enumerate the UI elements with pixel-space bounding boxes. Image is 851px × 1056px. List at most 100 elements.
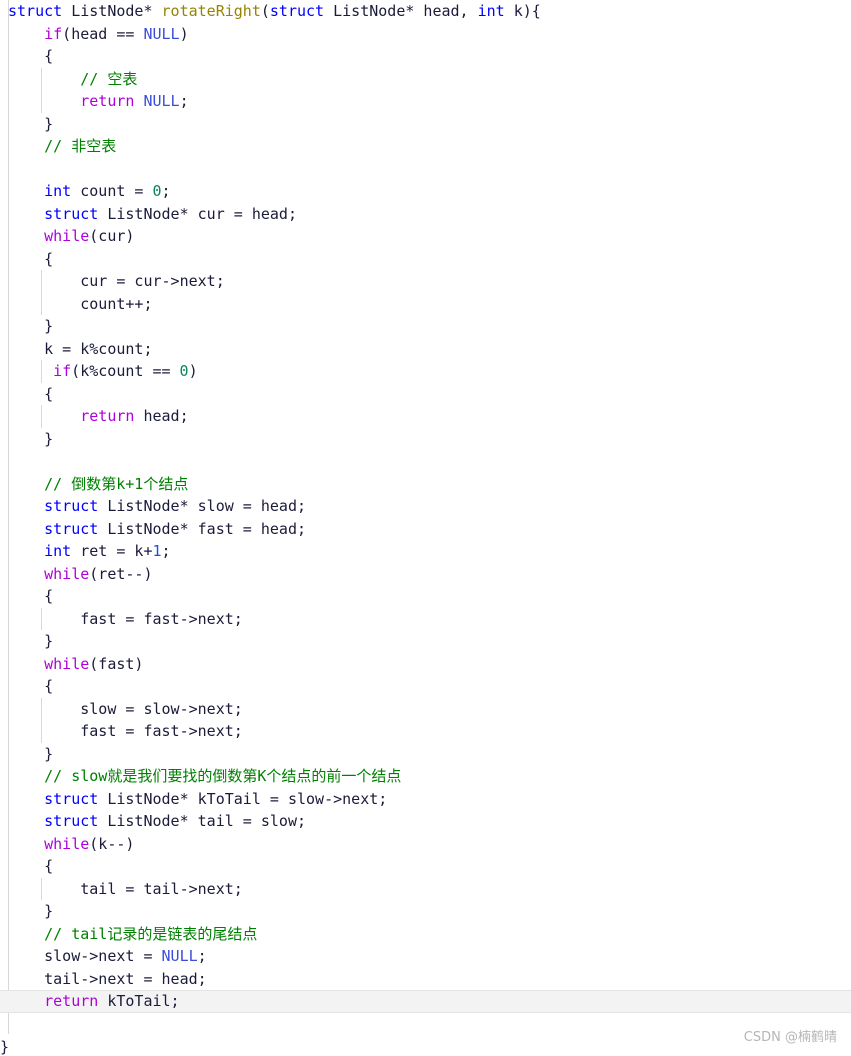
code-token: // tail [44, 924, 108, 943]
code-line[interactable]: } [0, 428, 851, 451]
code-line[interactable]: if(head == NULL) [0, 23, 851, 46]
code-token: ListNode* [107, 789, 189, 808]
code-token: int [44, 182, 72, 200]
code-line[interactable]: // 非空表 [0, 135, 851, 158]
code-line-text: fast = fast->next; [0, 608, 243, 631]
code-token: slow = head; [188, 497, 307, 515]
code-line[interactable]: struct ListNode* kToTail = slow->next; [0, 788, 851, 811]
code-line[interactable]: fast = fast->next; [0, 720, 851, 743]
code-line-text: return NULL; [0, 90, 189, 113]
code-token: ListNode* [71, 2, 153, 20]
code-line-text: struct ListNode* tail = slow; [0, 810, 306, 833]
code-line-text: } [0, 743, 53, 766]
code-line[interactable]: tail->next = head; [0, 968, 851, 991]
code-token: while [44, 654, 90, 673]
code-line[interactable]: struct ListNode* fast = head; [0, 518, 851, 541]
code-token: } [44, 317, 54, 335]
code-token: 倒数第 [71, 474, 117, 493]
code-line[interactable] [0, 450, 851, 473]
code-token: 非空表 [71, 137, 117, 155]
code-line-text: if(k%count == 0) [0, 360, 198, 383]
code-token: 个结点的前一个结点 [266, 767, 402, 785]
code-line[interactable]: struct ListNode* rotateRight(struct List… [0, 0, 851, 23]
code-line[interactable]: } [0, 630, 851, 653]
code-line[interactable]: // tail记录的是链表的尾结点 [0, 923, 851, 946]
code-token: kToTail; [98, 992, 180, 1010]
code-line[interactable]: // slow就是我们要找的倒数第K个结点的前一个结点 [0, 765, 851, 788]
code-token: } [44, 902, 54, 920]
code-line[interactable]: k = k%count; [0, 338, 851, 361]
code-line[interactable]: } [0, 113, 851, 136]
code-line[interactable]: slow->next = NULL; [0, 945, 851, 968]
code-line[interactable]: while(ret--) [0, 563, 851, 586]
code-token: struct [44, 812, 99, 830]
code-token: slow->next = [44, 947, 162, 965]
code-line[interactable]: while(k--) [0, 833, 851, 856]
code-token: fast = fast->next; [80, 722, 243, 740]
code-line[interactable]: // 倒数第k+1个结点 [0, 473, 851, 496]
code-token: ( [260, 2, 270, 20]
code-line[interactable]: slow = slow->next; [0, 697, 851, 720]
code-line-text: // 非空表 [0, 135, 116, 158]
code-token: 0 [179, 362, 189, 380]
code-line[interactable]: cur = cur->next; [0, 270, 851, 293]
code-line[interactable]: // 空表 [0, 67, 851, 91]
code-line-text: // 倒数第k+1个结点 [0, 473, 188, 496]
code-line[interactable]: if(k%count == 0) [0, 360, 851, 383]
code-line[interactable] [0, 158, 851, 181]
code-line[interactable]: int ret = k+1; [0, 540, 851, 563]
code-line-text: if(head == NULL) [0, 23, 189, 46]
code-line-text: tail->next = head; [0, 968, 207, 991]
code-line[interactable]: { [0, 383, 851, 406]
code-token: fast = head; [188, 519, 307, 538]
code-token: ) [179, 24, 189, 43]
code-line[interactable]: struct ListNode* cur = head; [0, 203, 851, 226]
code-line[interactable]: { [0, 855, 851, 878]
code-token: k){ [504, 2, 541, 20]
code-block[interactable]: struct ListNode* rotateRight(struct List… [0, 0, 851, 1013]
code-line[interactable]: return head; [0, 405, 851, 428]
code-token: count = [71, 182, 153, 200]
code-line[interactable]: count++; [0, 292, 851, 315]
code-token: struct [44, 204, 99, 223]
code-line[interactable]: } [0, 315, 851, 338]
code-token: ListNode* [107, 204, 189, 223]
code-line[interactable]: return NULL; [0, 90, 851, 113]
code-line-text: int ret = k+1; [0, 540, 170, 563]
code-line[interactable]: return kToTail; [0, 990, 851, 1013]
code-token: return [80, 92, 135, 110]
code-line-text: // slow就是我们要找的倒数第K个结点的前一个结点 [0, 765, 401, 788]
code-token: 就是我们要找的倒数第 [107, 767, 258, 785]
code-token: { [44, 47, 54, 65]
code-line[interactable]: struct ListNode* tail = slow; [0, 810, 851, 833]
code-token: tail = slow; [188, 812, 307, 830]
code-line[interactable]: { [0, 248, 851, 271]
code-line[interactable]: struct ListNode* slow = head; [0, 495, 851, 518]
code-token: cur = head; [188, 204, 297, 223]
code-line[interactable]: { [0, 585, 851, 608]
code-line[interactable]: fast = fast->next; [0, 607, 851, 631]
code-line[interactable]: int count = 0; [0, 180, 851, 203]
code-line[interactable]: while(fast) [0, 653, 851, 676]
code-token: } [44, 429, 54, 448]
code-token: while [44, 227, 90, 245]
code-line[interactable]: tail = tail->next; [0, 877, 851, 900]
code-line-text: } [0, 630, 53, 653]
code-token: (cur) [89, 227, 135, 245]
code-line-text: // 空表 [0, 68, 137, 91]
code-line[interactable]: } [0, 900, 851, 923]
code-token: struct [269, 2, 325, 20]
code-line[interactable]: { [0, 675, 851, 698]
code-token: struct [8, 2, 63, 20]
code-line-text: struct ListNode* kToTail = slow->next; [0, 788, 387, 811]
code-line[interactable]: } [0, 743, 851, 766]
code-token: tail = tail->next; [80, 879, 243, 898]
code-token: slow = slow->next; [80, 699, 243, 718]
code-line[interactable]: { [0, 45, 851, 68]
code-token: ; [179, 92, 189, 110]
code-line[interactable]: while(cur) [0, 225, 851, 248]
